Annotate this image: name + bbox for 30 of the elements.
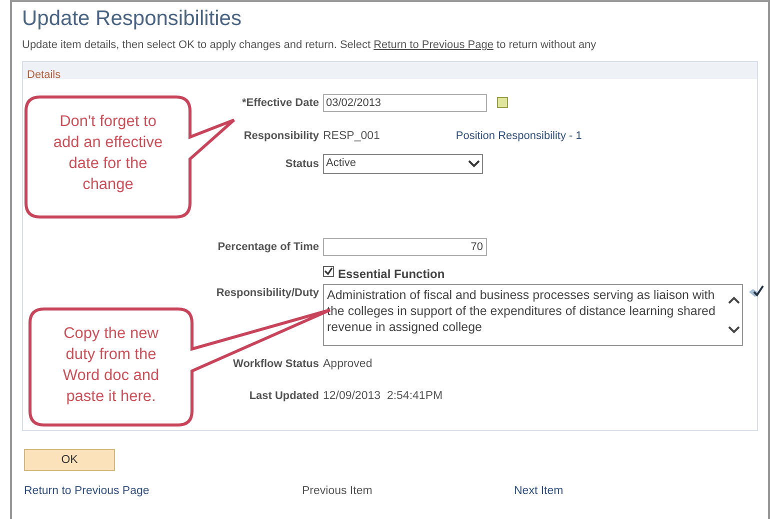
scroll-down-icon[interactable] — [728, 326, 740, 334]
chevron-down-icon — [468, 160, 480, 168]
field-label: Responsibility/Duty — [216, 286, 319, 300]
checkbox-label: Essential Function — [338, 266, 445, 282]
nav-link[interactable]: Return to Previous Page — [24, 485, 150, 498]
field-value: Approved — [323, 356, 372, 372]
callout-text: Don't forget to add an effective date for the change — [52, 112, 164, 195]
field-value: RESP_001 — [323, 128, 380, 144]
return-link[interactable]: Return to Previous Page — [374, 39, 494, 51]
ok-button[interactable]: OK — [24, 449, 115, 472]
field-label: Status — [285, 156, 319, 172]
section-title: Details — [27, 68, 61, 80]
date-field[interactable]: 03/02/2013 — [323, 94, 487, 112]
scroll-up-icon[interactable] — [728, 296, 740, 304]
status-dropdown[interactable]: Active — [323, 154, 483, 174]
nav-link[interactable]: Previous Item — [302, 485, 372, 498]
field-label: Percentage of Time — [218, 240, 319, 254]
checkbox[interactable] — [323, 266, 334, 276]
field-label: *Effective Date — [242, 96, 319, 110]
position-link[interactable]: Position Responsibility - 1 — [456, 128, 582, 144]
page-title: Update Responsibilities — [22, 6, 242, 32]
callout-text: Copy the new duty from the Word doc and paste it here. — [62, 324, 160, 407]
instruction-text: Update item details, then select OK to apply changes and return. Select Return to Previous Page to return without any — [22, 38, 598, 53]
nav-link[interactable]: Next Item — [514, 485, 564, 498]
field-label: Last Updated — [249, 388, 319, 404]
percentage-field[interactable]: 70 — [323, 238, 487, 256]
spellcheck-icon[interactable] — [747, 284, 765, 300]
field-label: Workflow Status — [233, 356, 319, 372]
field-label: Responsibility — [244, 128, 319, 144]
field-value: 12/09/2013 2:54:41PM — [323, 388, 443, 404]
